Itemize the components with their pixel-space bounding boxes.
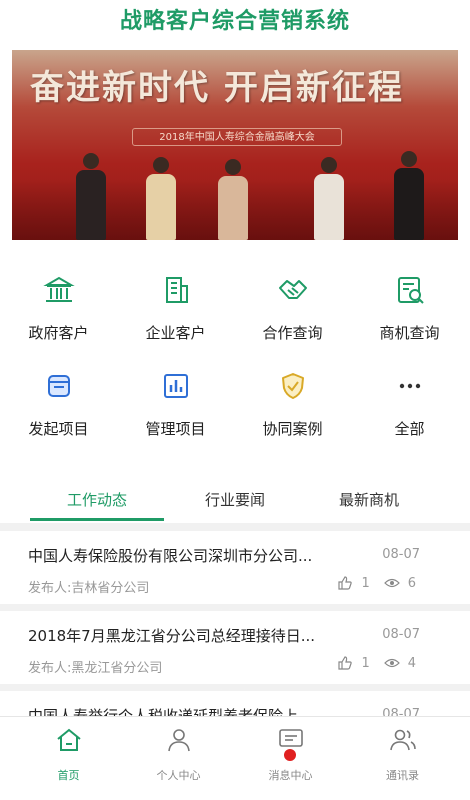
list-item[interactable]: 中国人寿保险股份有限公司深圳市分公司... 08-07 发布人:吉林省分公司 1… <box>0 531 470 611</box>
list-item[interactable]: 2018年7月黑龙江省分公司总经理接待日... 08-07 发布人:黑龙江省分公… <box>0 611 470 691</box>
nav-personal-center[interactable]: 个人中心 <box>120 717 237 800</box>
grid-item-collaboration-cases[interactable]: 协同案例 <box>234 358 351 448</box>
news-meta: 1 4 <box>337 655 430 671</box>
nav-message-center[interactable]: 消息中心 <box>232 717 349 800</box>
grid-item-start-project[interactable]: 发起项目 <box>0 358 117 448</box>
grid-item-label: 合作查询 <box>262 324 323 342</box>
unread-badge <box>284 749 296 761</box>
active-tab-indicator <box>30 518 164 521</box>
project-box-icon <box>47 375 70 397</box>
grid-item-label: 协同案例 <box>262 420 323 438</box>
news-meta: 1 6 <box>337 575 430 591</box>
divider <box>0 523 470 531</box>
thumbs-up-icon[interactable] <box>337 575 353 591</box>
grid-item-government-customers[interactable]: 政府客户 <box>0 262 117 352</box>
grid-item-label: 商机查询 <box>379 324 440 342</box>
tab-latest-opportunities[interactable]: 最新商机 <box>302 480 436 524</box>
grid-item-all[interactable]: 全部 <box>351 358 468 448</box>
nav-label: 首页 <box>57 769 80 782</box>
eye-icon <box>383 658 400 668</box>
eye-icon <box>383 578 400 588</box>
news-title: 中国人寿保险股份有限公司深圳市分公司... <box>28 547 313 565</box>
tab-industry-news[interactable]: 行业要闻 <box>168 480 302 524</box>
view-count: 6 <box>407 575 416 591</box>
nav-label: 个人中心 <box>156 769 201 782</box>
news-date: 08-07 <box>382 627 420 642</box>
nav-contacts[interactable]: 通讯录 <box>344 717 461 800</box>
like-count: 1 <box>361 655 370 671</box>
contacts-icon <box>389 729 416 751</box>
grid-item-label: 企业客户 <box>145 324 206 342</box>
more-dots-icon <box>399 383 420 389</box>
banner-person <box>392 151 426 240</box>
grid-item-label: 发起项目 <box>28 420 89 438</box>
banner-person <box>144 157 178 240</box>
news-date: 08-07 <box>382 547 420 562</box>
thumbs-up-icon[interactable] <box>337 655 353 671</box>
government-building-icon <box>42 276 75 302</box>
promo-banner[interactable]: 奋进新时代 开启新征程 2018年中国人寿综合金融高峰大会 <box>12 50 458 240</box>
grid-item-label: 管理项目 <box>145 420 206 438</box>
home-icon <box>56 728 81 751</box>
news-publisher: 发布人:黑龙江省分公司 <box>28 661 163 676</box>
document-search-icon <box>397 277 424 304</box>
grid-item-label: 政府客户 <box>28 324 89 342</box>
app-title: 战略客户综合营销系统 <box>119 9 350 34</box>
bottom-navigation: 首页 个人中心 消息中心 通讯录 <box>0 716 470 800</box>
news-publisher: 发布人:吉林省分公司 <box>28 581 150 596</box>
view-count: 4 <box>407 655 416 671</box>
grid-item-manage-projects[interactable]: 管理项目 <box>117 358 234 448</box>
banner-person <box>74 153 108 240</box>
grid-item-cooperation-query[interactable]: 合作查询 <box>234 262 351 352</box>
grid-item-enterprise-customers[interactable]: 企业客户 <box>117 262 234 352</box>
nav-label: 消息中心 <box>268 769 313 782</box>
grid-item-label: 全部 <box>394 420 425 438</box>
news-title: 2018年7月黑龙江省分公司总经理接待日... <box>28 627 316 645</box>
handshake-icon <box>278 280 307 299</box>
nav-label: 通讯录 <box>386 769 419 782</box>
banner-person <box>312 157 346 240</box>
grid-item-opportunity-query[interactable]: 商机查询 <box>351 262 468 352</box>
nav-home[interactable]: 首页 <box>10 717 127 800</box>
banner-subline: 2018年中国人寿综合金融高峰大会 <box>132 128 342 146</box>
like-count: 1 <box>361 575 370 591</box>
banner-person <box>216 159 250 240</box>
office-building-icon <box>165 277 188 303</box>
banner-slogan: 奋进新时代 开启新征程 <box>30 68 404 108</box>
shield-case-icon <box>281 373 304 399</box>
bar-chart-icon <box>163 374 188 398</box>
user-icon <box>167 729 190 752</box>
